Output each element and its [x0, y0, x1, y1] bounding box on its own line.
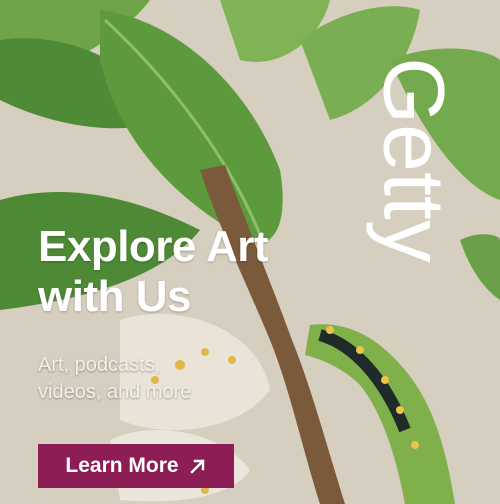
- subtext-line-2: videos, and more: [38, 381, 192, 403]
- subtext-line-1: Art, podcasts,: [38, 354, 161, 376]
- headline-line-2: with Us: [38, 272, 191, 321]
- arrow-up-right-icon: [189, 459, 205, 474]
- getty-logo: Getty: [365, 57, 452, 263]
- learn-more-button[interactable]: Learn More: [38, 444, 234, 488]
- getty-ad-banner[interactable]: Getty Explore Art with Us Art, podcasts,…: [0, 0, 500, 504]
- getty-logo-text: Getty: [365, 57, 452, 263]
- subtext: Art, podcasts, videos, and more: [38, 352, 258, 406]
- learn-more-label: Learn More: [65, 454, 179, 477]
- headline: Explore Art with Us: [38, 222, 368, 322]
- headline-line-1: Explore Art: [38, 222, 269, 271]
